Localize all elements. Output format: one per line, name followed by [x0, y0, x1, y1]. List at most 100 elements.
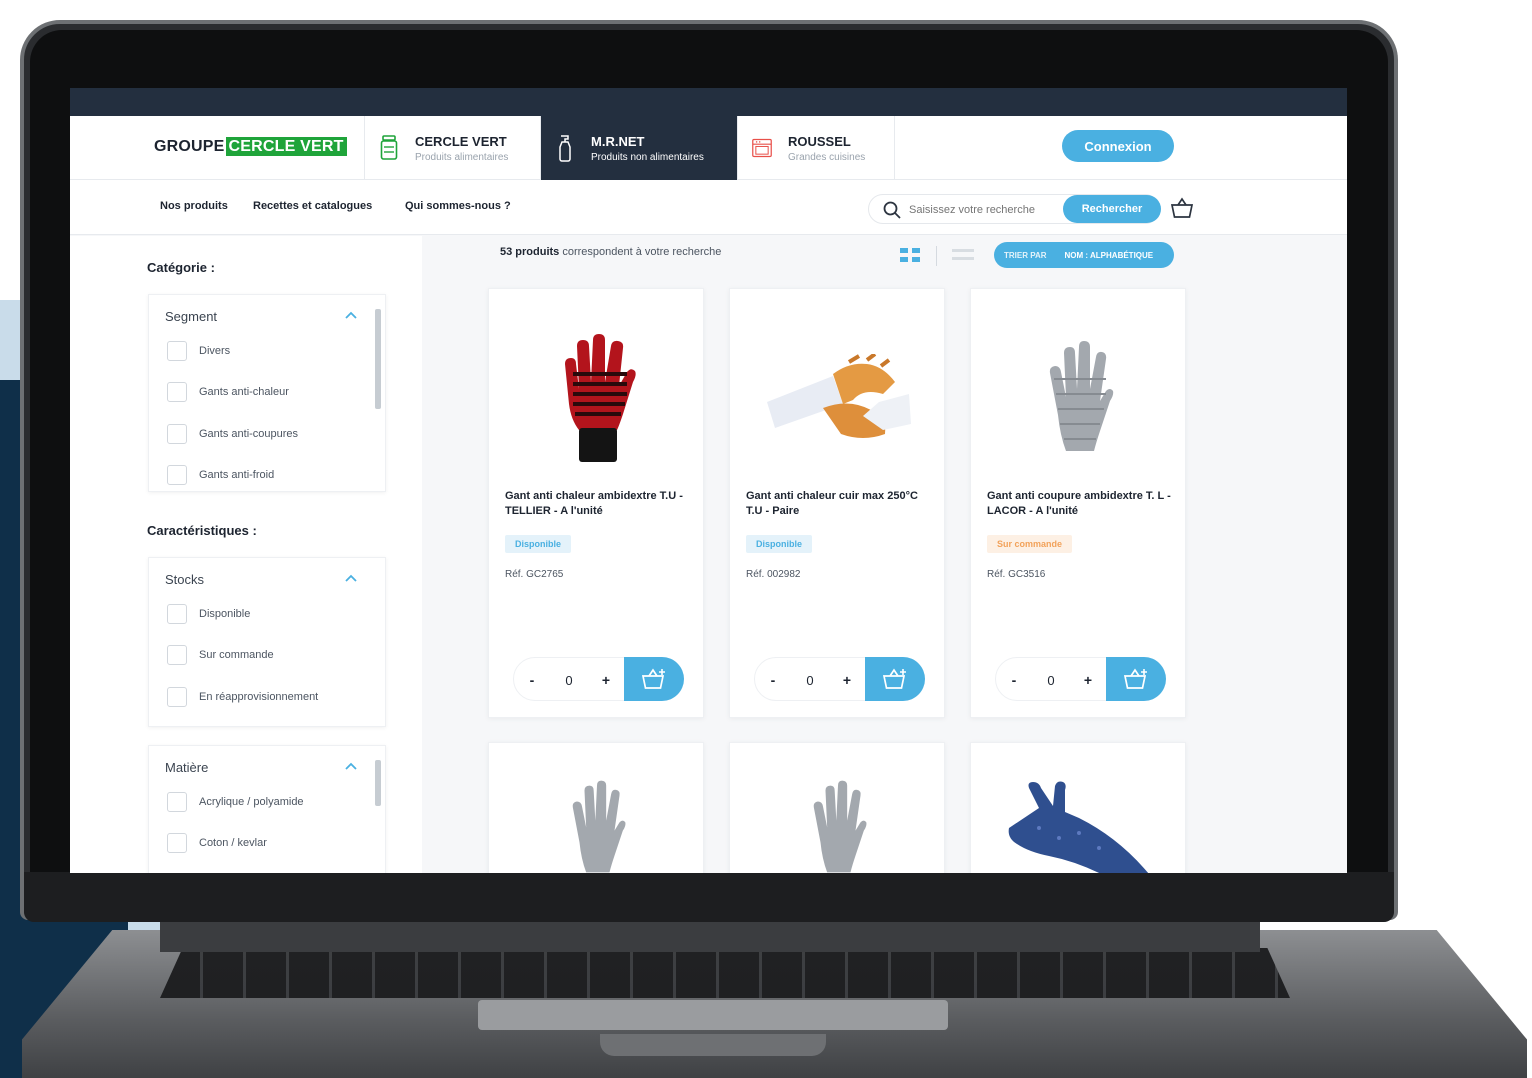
filter-option[interactable]: Gants anti-coupures [167, 424, 298, 444]
add-basket-icon [882, 668, 906, 689]
site-logo[interactable]: GROUPE CERCLE VERT [154, 137, 347, 156]
product-name[interactable]: Gant anti chaleur ambidextre T.U - TELLI… [505, 489, 695, 519]
product-image[interactable] [489, 779, 705, 873]
quantity-stepper: - 0 + [995, 657, 1166, 701]
product-ref: Réf. GC2765 [505, 569, 564, 580]
filter-title: Stocks [165, 572, 205, 587]
checkbox[interactable] [167, 645, 187, 665]
logo-text: GROUPE [154, 138, 225, 155]
laptop-keyboard [160, 948, 1290, 998]
laptop-trackpad [478, 1000, 948, 1030]
filter-option[interactable]: Coton / kevlar [167, 833, 267, 853]
brand-subtitle: Produits alimentaires [415, 151, 509, 163]
product-ref: Réf. 002982 [746, 569, 801, 580]
scrollbar[interactable] [374, 305, 382, 485]
product-card[interactable] [970, 742, 1186, 873]
brand-tab-mrnet[interactable]: M.R.NET Produits non alimentaires [540, 116, 737, 180]
grid-view-icon[interactable] [900, 248, 920, 262]
filter-option[interactable]: Divers [167, 341, 230, 361]
add-basket-icon [641, 668, 665, 689]
product-image[interactable] [971, 309, 1187, 489]
option-label: Coton / kevlar [199, 837, 267, 849]
search-bar: Rechercher [868, 194, 1161, 224]
nav-link-products[interactable]: Nos produits [160, 200, 228, 212]
product-image[interactable] [730, 309, 946, 489]
product-image[interactable] [971, 773, 1187, 873]
checkbox[interactable] [167, 382, 187, 402]
minus-icon[interactable]: - [761, 668, 785, 692]
product-name[interactable]: Gant anti chaleur cuir max 250°C T.U - P… [746, 489, 936, 519]
plus-icon[interactable]: + [1076, 668, 1100, 692]
laptop-screen: GROUPE CERCLE VERT CERCLE VERT Produits a… [70, 88, 1347, 873]
filter-option[interactable]: Gants anti-chaleur [167, 382, 289, 402]
checkbox[interactable] [167, 424, 187, 444]
oven-icon [752, 134, 772, 162]
logo-highlight: CERCLE VERT [225, 137, 347, 156]
option-label: Disponible [199, 608, 251, 620]
checkbox[interactable] [167, 792, 187, 812]
nav-link-about[interactable]: Qui sommes-nous ? [405, 200, 511, 212]
scrollbar[interactable] [374, 756, 382, 873]
plus-icon[interactable]: + [594, 668, 618, 692]
search-button[interactable]: Rechercher [1063, 195, 1161, 223]
nav-link-recipes[interactable]: Recettes et catalogues [253, 200, 372, 212]
filter-matiere: Matière Acrylique / polyamide Coton / ke… [148, 745, 386, 873]
chevron-up-icon[interactable] [345, 762, 357, 770]
filter-option[interactable]: Sur commande [167, 645, 274, 665]
brand-name: ROUSSEL [788, 133, 851, 149]
product-card[interactable]: Gant anti chaleur ambidextre T.U - TELLI… [488, 288, 704, 718]
minus-icon[interactable]: - [1002, 668, 1026, 692]
product-card[interactable]: Gant anti coupure ambidextre T. L - LACO… [970, 288, 1186, 718]
product-image[interactable] [489, 309, 705, 489]
quantity-value[interactable]: 0 [1034, 667, 1068, 693]
leather-glove-image [767, 354, 911, 438]
sort-dropdown[interactable]: TRIER PAR NOM : ALPHABÉTIQUE [994, 242, 1174, 268]
checkbox[interactable] [167, 833, 187, 853]
checkbox[interactable] [167, 604, 187, 624]
list-view-icon[interactable] [952, 248, 974, 262]
quantity-stepper: - 0 + [513, 657, 684, 701]
basket-icon[interactable] [1170, 196, 1194, 220]
brand-tab-cercle-vert[interactable]: CERCLE VERT Produits alimentaires [364, 116, 540, 180]
view-separator [936, 246, 937, 266]
scrollbar-thumb[interactable] [375, 760, 381, 806]
filter-option[interactable]: Disponible [167, 604, 250, 624]
login-button[interactable]: Connexion [1062, 130, 1174, 162]
laptop-notch [600, 1034, 826, 1056]
brand-tab-roussel[interactable]: ROUSSEL Grandes cuisines [737, 116, 895, 180]
scrollbar[interactable] [374, 568, 382, 720]
add-to-basket-button[interactable] [1106, 657, 1166, 701]
scrollbar-thumb[interactable] [375, 309, 381, 409]
characteristics-title: Caractéristiques : [147, 523, 257, 538]
laptop-chin [24, 872, 1394, 922]
product-card[interactable]: Gant anti chaleur cuir max 250°C T.U - P… [729, 288, 945, 718]
chevron-up-icon[interactable] [345, 311, 357, 319]
quantity-value[interactable]: 0 [793, 667, 827, 693]
product-card[interactable] [729, 742, 945, 873]
filter-option[interactable]: En réapprovisionnement [167, 687, 318, 707]
quantity-value[interactable]: 0 [552, 667, 586, 693]
search-input[interactable] [909, 201, 1059, 219]
quantity-stepper: - 0 + [754, 657, 925, 701]
brand-subtitle: Grandes cuisines [788, 151, 866, 163]
checkbox[interactable] [167, 687, 187, 707]
sort-label: TRIER PAR [1004, 250, 1047, 260]
search-icon [883, 201, 901, 219]
option-label: Gants anti-coupures [199, 428, 299, 440]
site-header: GROUPE CERCLE VERT CERCLE VERT Produits a… [70, 116, 1347, 180]
filter-option[interactable]: Gants anti-froid [167, 465, 274, 485]
checkbox[interactable] [167, 465, 187, 485]
filter-option[interactable]: Acrylique / polyamide [167, 792, 304, 812]
plus-icon[interactable]: + [835, 668, 859, 692]
product-card[interactable] [488, 742, 704, 873]
filter-segment: Segment Divers Gants anti-chaleur Gants … [148, 294, 386, 492]
chevron-up-icon[interactable] [345, 574, 357, 582]
add-to-basket-button[interactable] [624, 657, 684, 701]
option-label: Gants anti-chaleur [199, 386, 289, 398]
product-name[interactable]: Gant anti coupure ambidextre T. L - LACO… [987, 489, 1177, 519]
minus-icon[interactable]: - [520, 668, 544, 692]
product-image[interactable] [730, 779, 946, 873]
status-badge: Disponible [746, 535, 813, 553]
add-to-basket-button[interactable] [865, 657, 925, 701]
checkbox[interactable] [167, 341, 187, 361]
